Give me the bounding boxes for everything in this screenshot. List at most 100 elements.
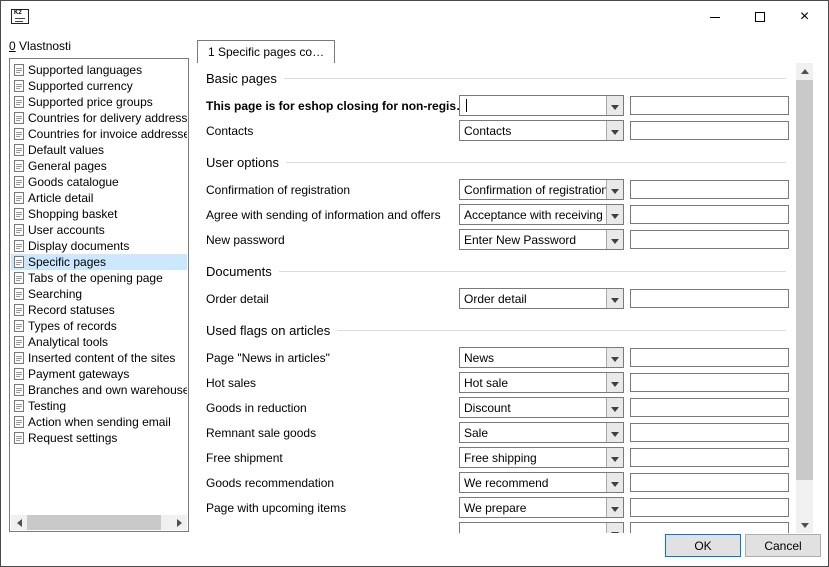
tab-specific-pages[interactable]: 1 Specific pages co… [197,40,335,63]
vertical-scrollbar[interactable] [796,63,813,533]
sidebar-item-inserted-content-sites[interactable]: Inserted content of the sites [11,350,187,366]
sidebar-item-user-accounts[interactable]: User accounts [11,222,187,238]
minimize-button[interactable] [692,2,737,32]
field-confirmation-of-registration[interactable] [630,180,789,199]
sidebar-item-countries-delivery-addresses[interactable]: Countries for delivery addresse [11,110,187,126]
field-goods-in-reduction[interactable] [630,398,789,417]
document-icon [14,272,24,284]
sidebar-item-goods-catalogue[interactable]: Goods catalogue [11,174,187,190]
sidebar-item-default-values[interactable]: Default values [11,142,187,158]
combo-goods-in-reduction[interactable]: Discount [459,397,624,418]
combo-contacts[interactable]: Contacts [459,120,624,141]
horizontal-scrollbar-thumb[interactable] [27,515,161,530]
combo-free-shipment[interactable]: Free shipping [459,447,624,468]
field-order-detail[interactable] [630,289,789,308]
combo-goods-recommendation[interactable]: We recommend [459,472,624,493]
sidebar-item-specific-pages[interactable]: Specific pages [11,254,187,270]
chevron-down-icon[interactable] [606,289,623,308]
sidebar-item-article-detail[interactable]: Article detail [11,190,187,206]
combo-new-password[interactable]: Enter New Password [459,229,624,250]
sidebar-item-request-settings[interactable]: Request settings [11,430,187,446]
field-free-shipment[interactable] [630,448,789,467]
maximize-button[interactable] [737,2,782,32]
cancel-button-label: Cancel [764,539,801,553]
sidebar-item-shopping-basket[interactable]: Shopping basket [11,206,187,222]
scroll-left-button[interactable] [11,515,27,530]
field-remnant-sale-goods[interactable] [630,423,789,442]
field-news-in-articles[interactable] [630,348,789,367]
field-upcoming-items[interactable] [630,498,789,517]
sidebar-item-testing[interactable]: Testing [11,398,187,414]
chevron-down-icon[interactable] [606,373,623,392]
cancel-button[interactable]: Cancel [745,534,821,557]
chevron-down-icon[interactable] [606,498,623,517]
row-label: Page "News in articles" [206,351,459,365]
combo-remnant-sale-goods[interactable]: Sale [459,422,624,443]
sidebar-item-types-of-records[interactable]: Types of records [11,318,187,334]
sidebar-item-label: Specific pages [28,255,106,269]
vertical-scrollbar-thumb[interactable] [796,80,813,480]
sidebar-item-action-sending-email[interactable]: Action when sending email [11,414,187,430]
horizontal-scrollbar[interactable] [11,515,187,530]
chevron-down-icon[interactable] [606,348,623,367]
combo-value: Free shipping [460,448,606,467]
group-user-options: User options Confirmation of registratio… [206,153,796,252]
document-icon [14,432,24,444]
combo-value: Discount [460,398,606,417]
combo-upcoming-items[interactable]: We prepare [459,497,624,518]
form-row: Contacts Contacts [206,118,796,143]
chevron-down-icon[interactable] [606,523,623,533]
sidebar-item-countries-invoice-addresses[interactable]: Countries for invoice addresse [11,126,187,142]
field-goods-recommendation[interactable] [630,473,789,492]
combo-news-in-articles[interactable]: News [459,347,624,368]
chevron-down-icon[interactable] [606,230,623,249]
sidebar-item-general-pages[interactable]: General pages [11,158,187,174]
chevron-down-icon[interactable] [606,423,623,442]
dropdown-arrow-icon [611,482,619,487]
ok-button-label: OK [694,539,711,553]
sidebar-item-supported-languages[interactable]: Supported languages [11,62,187,78]
sidebar-item-analytical-tools[interactable]: Analytical tools [11,334,187,350]
chevron-down-icon[interactable] [606,121,623,140]
sidebar-item-display-documents[interactable]: Display documents [11,238,187,254]
field-contacts[interactable] [630,121,789,140]
field-new-password[interactable] [630,230,789,249]
properties-label-text: Vlastnosti [19,39,71,53]
document-icon [14,112,24,124]
sidebar-item-supported-currency[interactable]: Supported currency [11,78,187,94]
chevron-down-icon[interactable] [606,96,623,115]
form-row: Free shipment Free shipping [206,445,796,470]
combo-order-detail[interactable]: Order detail [459,288,624,309]
combo-eshop-closing-page[interactable] [459,95,624,116]
form-row: This page is for eshop closing for non-r… [206,93,796,118]
field-clipped[interactable] [630,522,789,533]
field-eshop-closing-page[interactable] [630,96,789,115]
field-agree-information-offers[interactable] [630,205,789,224]
sidebar-item-supported-price-groups[interactable]: Supported price groups [11,94,187,110]
sidebar-item-label: Inserted content of the sites [28,351,175,365]
chevron-down-icon[interactable] [606,180,623,199]
scroll-down-button[interactable] [796,517,813,533]
properties-label: 0 Vlastnosti [9,39,71,53]
chevron-down-icon[interactable] [606,205,623,224]
sidebar-item-branches-warehouses[interactable]: Branches and own warehouses [11,382,187,398]
close-button[interactable]: × [782,2,827,32]
chevron-down-icon[interactable] [606,448,623,467]
sidebar-item-payment-gateways[interactable]: Payment gateways [11,366,187,382]
scroll-up-button[interactable] [796,63,813,79]
scroll-right-button[interactable] [171,515,187,530]
combo-hot-sales[interactable]: Hot sale [459,372,624,393]
chevron-down-icon[interactable] [606,473,623,492]
document-icon [14,368,24,380]
ok-button[interactable]: OK [665,534,741,557]
field-hot-sales[interactable] [630,373,789,392]
sidebar-item-tabs-opening-page[interactable]: Tabs of the opening page [11,270,187,286]
maximize-icon [755,12,765,22]
combo-value: Order detail [460,289,606,308]
sidebar-item-record-statuses[interactable]: Record statuses [11,302,187,318]
sidebar-item-searching[interactable]: Searching [11,286,187,302]
combo-clipped[interactable] [459,522,624,533]
combo-agree-information-offers[interactable]: Acceptance with receiving N [459,204,624,225]
combo-confirmation-of-registration[interactable]: Confirmation of registration [459,179,624,200]
chevron-down-icon[interactable] [606,398,623,417]
